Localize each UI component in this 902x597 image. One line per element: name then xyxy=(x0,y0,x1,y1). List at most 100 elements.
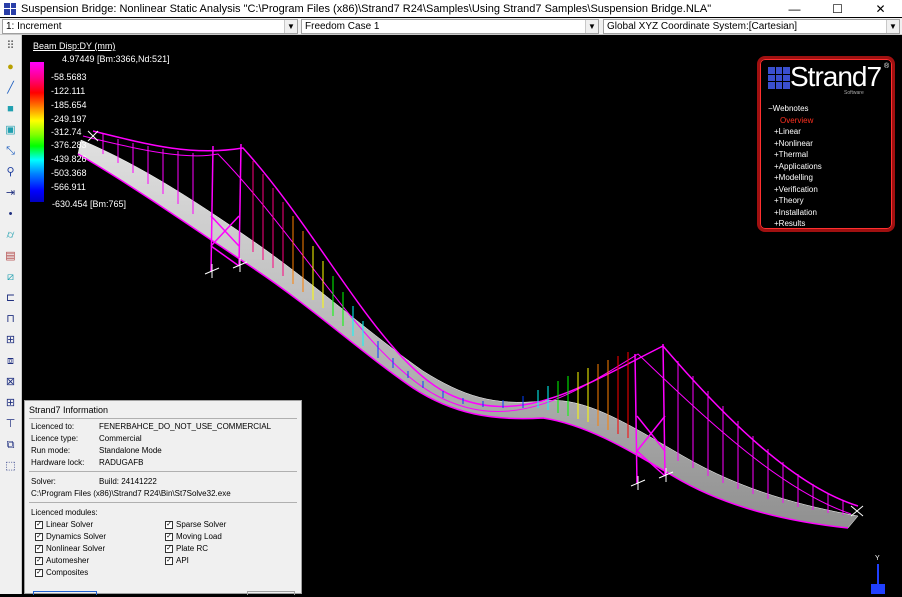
module-plate-rc: ✓ Plate RC xyxy=(165,544,208,553)
beam-icon[interactable]: ╱ xyxy=(3,81,18,96)
y-axis-label: Y xyxy=(875,555,880,562)
webnotes-item-label: Thermal xyxy=(778,150,809,159)
shell-icon[interactable]: ⧉ xyxy=(3,438,18,453)
webnotes-item-modelling[interactable]: +Modelling xyxy=(774,173,813,182)
grip-handle-icon[interactable]: ⠿ xyxy=(3,39,18,54)
close-dialog-button[interactable] xyxy=(247,591,295,595)
module-label: Composites xyxy=(46,568,89,577)
webnotes-item-label: Nonlinear xyxy=(778,139,813,148)
webnotes-item-theory[interactable]: +Theory xyxy=(774,196,804,205)
frame-icon[interactable]: ⊓ xyxy=(3,312,18,327)
tool-icon[interactable]: ⊤ xyxy=(3,417,18,432)
licenced-to-value: FENERBAHCE_DO_NOT_USE_COMMERCIAL xyxy=(99,422,272,431)
increment-select[interactable]: 1: Increment ▼ xyxy=(2,19,298,34)
maximize-button[interactable]: ☐ xyxy=(816,0,859,17)
webnotes-item-verification[interactable]: +Verification xyxy=(774,185,818,194)
module-composites: ✓ Composites xyxy=(35,568,88,577)
legend-tick: -249.197 xyxy=(51,114,87,124)
cube-icon[interactable]: ⬚ xyxy=(3,459,18,474)
webnotes-item-linear[interactable]: +Linear xyxy=(774,127,801,136)
legend-title: Beam Disp:DY (mm) xyxy=(33,41,116,51)
coordinate-system-select[interactable]: Global XYZ Coordinate System:[Cartesian]… xyxy=(603,19,900,34)
checkbox-icon: ✓ xyxy=(165,532,173,541)
minimize-button[interactable]: — xyxy=(773,0,816,17)
plate-icon[interactable]: ■ xyxy=(3,102,18,117)
module-nonlinear-solver: ✓ Nonlinear Solver xyxy=(35,544,105,553)
increment-select-value: 1: Increment xyxy=(6,21,62,32)
result-selection-bar: 1: Increment ▼ Freedom Case 1 ▼ Global X… xyxy=(0,18,902,35)
webnotes-item-results[interactable]: +Results xyxy=(774,219,805,228)
checkbox-icon: ✓ xyxy=(35,544,43,553)
mesh-icon[interactable]: ⧈ xyxy=(3,354,18,369)
freedom-case-select[interactable]: Freedom Case 1 ▼ xyxy=(301,19,599,34)
webnotes-panel: Strand7 ® Software −Webnotes Overview +L… xyxy=(757,56,895,232)
left-toolbar: ⠿ ● ╱ ■ ▣ ⤡ ⚲ ⇥ • ⌭ ▤ ⧄ ⊏ ⊓ ⊞ ⧈ ⊠ ⊞ ⊤ ⧉ … xyxy=(0,35,22,594)
module-label: Moving Load xyxy=(176,532,222,541)
solver-build: Build: 24141222 xyxy=(99,477,157,486)
grid-icon[interactable]: ⊞ xyxy=(3,333,18,348)
point-icon[interactable]: • xyxy=(3,207,18,222)
checkbox-icon: ✓ xyxy=(165,556,173,565)
brick-icon[interactable]: ▣ xyxy=(3,123,18,138)
module-linear-solver: ✓ Linear Solver xyxy=(35,520,93,529)
solid-mesh-icon[interactable]: ⊠ xyxy=(3,375,18,390)
webnotes-item-overview[interactable]: Overview xyxy=(780,116,813,125)
module-label: Dynamics Solver xyxy=(46,532,107,541)
module-sparse-solver: ✓ Sparse Solver xyxy=(165,520,226,529)
legend-tick: -185.654 xyxy=(51,100,87,110)
checkbox-icon: ✓ xyxy=(35,556,43,565)
chevron-down-icon[interactable]: ▼ xyxy=(284,20,297,33)
webnotes-item-nonlinear[interactable]: +Nonlinear xyxy=(774,139,813,148)
chevron-down-icon[interactable]: ▼ xyxy=(886,20,899,33)
webnotes-header[interactable]: −Webnotes xyxy=(768,104,809,113)
module-label: Linear Solver xyxy=(46,520,94,529)
module-label: Nonlinear Solver xyxy=(46,544,106,553)
legend-tick: -566.911 xyxy=(51,182,86,192)
coordinate-system-select-value: Global XYZ Coordinate System:[Cartesian] xyxy=(607,21,798,32)
registered-mark: ® xyxy=(884,63,890,70)
legend-tick: -312.74 xyxy=(51,127,82,137)
webnotes-item-installation[interactable]: +Installation xyxy=(774,208,817,217)
legend-tick: -439.826 xyxy=(51,154,87,164)
box-grid-icon[interactable]: ⊞ xyxy=(3,396,18,411)
legend-tick: -122.111 xyxy=(51,86,86,96)
hardware-lock-label: Hardware lock: xyxy=(31,458,85,467)
axis-triad: Y xyxy=(868,555,888,594)
legend-tick: -503.368 xyxy=(51,168,87,178)
module-dynamics-solver: ✓ Dynamics Solver xyxy=(35,532,106,541)
restraint-icon[interactable]: ⚲ xyxy=(3,165,18,180)
cylinder-icon[interactable]: ⌭ xyxy=(3,228,18,243)
link-icon[interactable]: ⤡ xyxy=(3,144,18,159)
checkbox-icon: ✓ xyxy=(35,532,43,541)
webnotes-item-thermal[interactable]: +Thermal xyxy=(774,150,808,159)
strand7-information-dialog: Strand7 Information Licenced to: FENERBA… xyxy=(24,400,302,595)
licence-type-value: Commercial xyxy=(99,434,142,443)
strand7-logo-text: Strand7 xyxy=(790,61,882,92)
strand7-logo-icon xyxy=(768,67,790,89)
webnotes-item-label: Verification xyxy=(778,185,818,194)
contour-color-bar xyxy=(30,62,44,202)
legend-min-value: -630.454 [Bm:765] xyxy=(52,199,127,209)
property-icon[interactable]: ▤ xyxy=(3,249,18,264)
webnotes-item-applications[interactable]: +Applications xyxy=(774,162,822,171)
licenced-modules-label: Licenced modules: xyxy=(31,508,98,517)
strand7-logo-subtext: Software xyxy=(844,90,864,96)
checkbox-icon: ✓ xyxy=(165,520,173,529)
ok-button[interactable] xyxy=(33,591,97,595)
close-button[interactable]: ✕ xyxy=(859,0,902,17)
module-automesher: ✓ Automesher xyxy=(35,556,89,565)
section-icon[interactable]: ⊏ xyxy=(3,291,18,306)
webnotes-item-label: Theory xyxy=(778,196,804,205)
window-title: Suspension Bridge: Nonlinear Static Anal… xyxy=(21,2,712,15)
licence-type-label: Licence type: xyxy=(31,434,79,443)
y-axis-arrow xyxy=(877,564,879,586)
solver-label: Solver: xyxy=(31,477,56,486)
chevron-down-icon[interactable]: ▼ xyxy=(585,20,598,33)
node-icon[interactable]: ● xyxy=(3,60,18,75)
run-mode-label: Run mode: xyxy=(31,446,71,455)
freedom-case-select-value: Freedom Case 1 xyxy=(305,21,380,32)
load-icon[interactable]: ⇥ xyxy=(3,186,18,201)
module-moving-load: ✓ Moving Load xyxy=(165,532,222,541)
measure-icon[interactable]: ⧄ xyxy=(3,270,18,285)
dialog-title: Strand7 Information xyxy=(29,405,109,415)
